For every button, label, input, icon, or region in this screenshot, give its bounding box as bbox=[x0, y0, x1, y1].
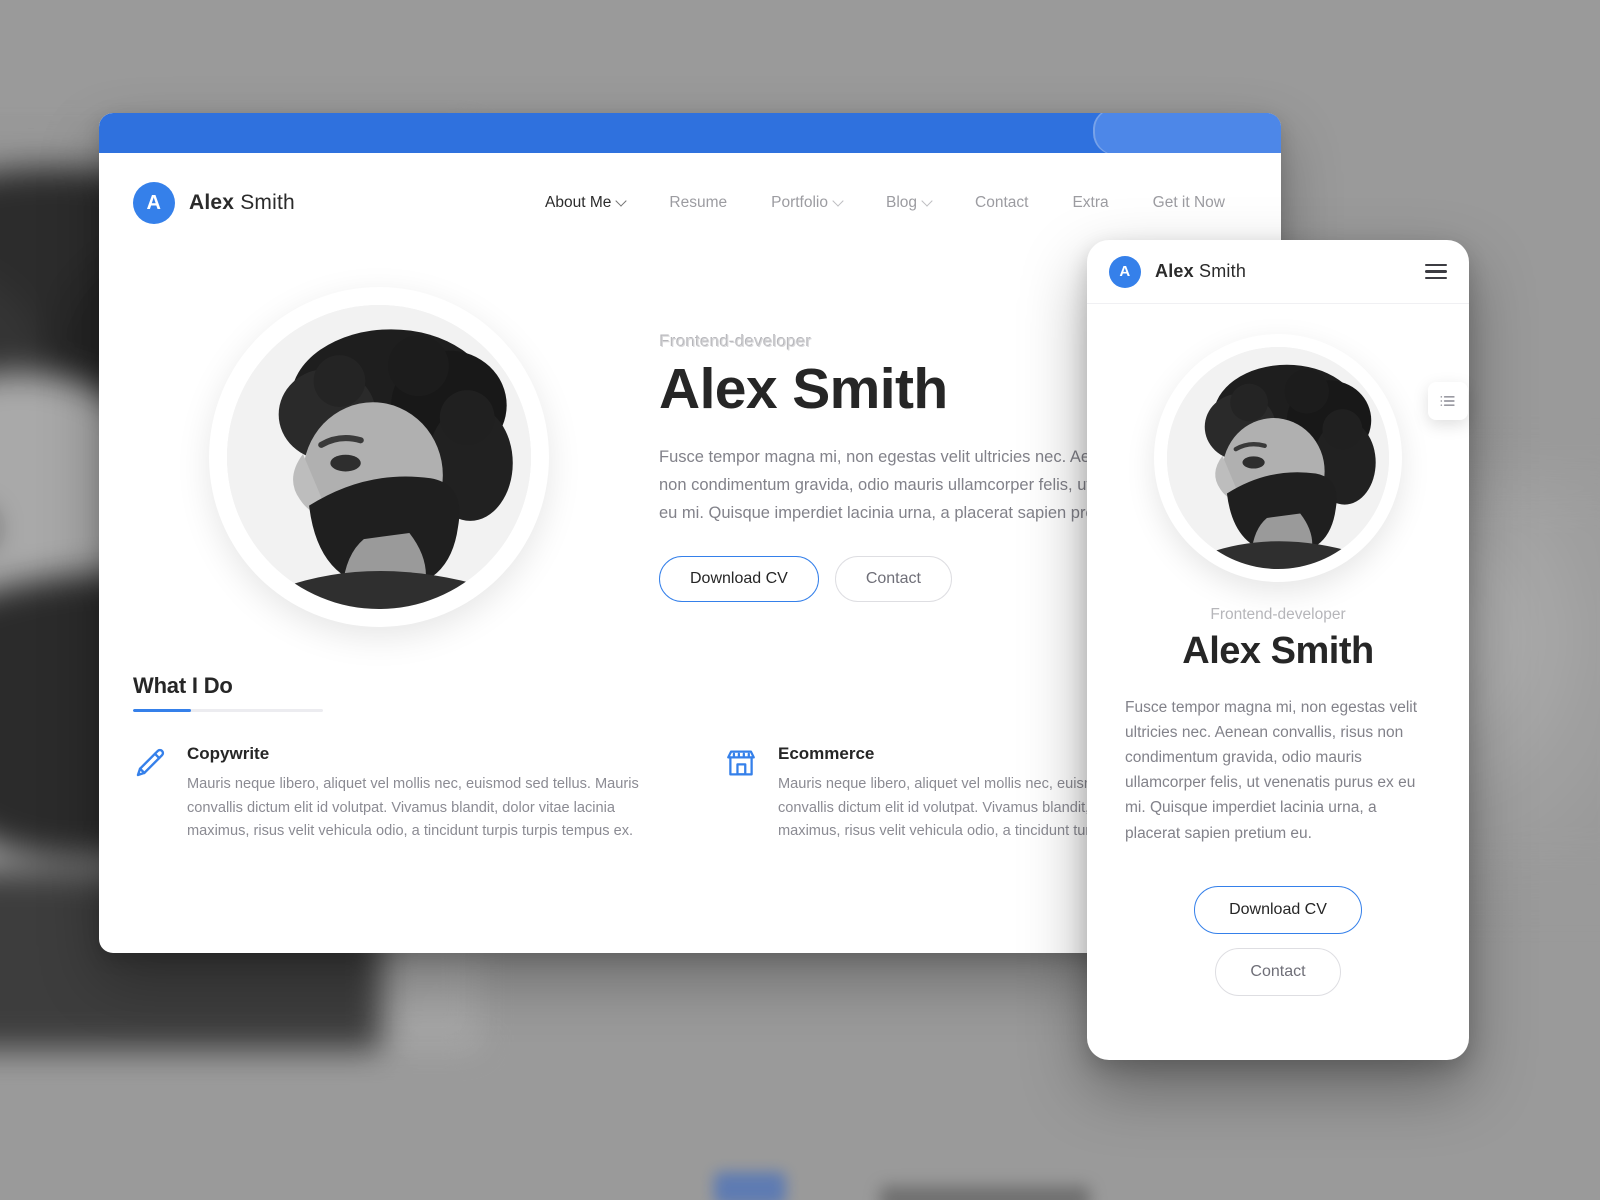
list-icon bbox=[1440, 396, 1455, 406]
desktop-logo[interactable]: A Alex Smith bbox=[133, 182, 295, 224]
storefront-icon bbox=[724, 744, 758, 844]
mobile-hero-paragraph: Fusce tempor magna mi, non egestas velit… bbox=[1125, 699, 1418, 842]
nav-label: Get it Now bbox=[1152, 194, 1225, 211]
services-list: Copywrite Mauris neque libero, aliquet v… bbox=[133, 744, 1247, 844]
mobile-avatar-ring bbox=[1154, 334, 1402, 582]
brand-last: Smith bbox=[240, 191, 295, 214]
logo-badge: A bbox=[133, 182, 175, 224]
section-underline bbox=[133, 709, 323, 712]
brand-last: Smith bbox=[1199, 261, 1247, 281]
background-bottom-dark-artifact bbox=[880, 1186, 1090, 1200]
background-bottom-blue-artifact bbox=[714, 1172, 786, 1200]
portrait-photo-desktop bbox=[227, 305, 531, 609]
hamburger-bar bbox=[1425, 263, 1447, 267]
mobile-preview-window: A Alex Smith Frontend-developer Alex Smi… bbox=[1087, 240, 1469, 1060]
browser-title-bar bbox=[99, 113, 1281, 153]
chevron-down-icon bbox=[615, 195, 628, 207]
avatar-ring bbox=[209, 287, 549, 627]
nav-item-about-me[interactable]: About Me bbox=[523, 194, 647, 212]
nav-item-contact[interactable]: Contact bbox=[953, 194, 1050, 212]
nav-label: Contact bbox=[975, 194, 1029, 211]
portrait-photo-mobile bbox=[1167, 347, 1389, 569]
pencil-icon bbox=[133, 744, 167, 844]
avatar bbox=[227, 305, 531, 609]
hero-photo-column bbox=[99, 287, 659, 627]
service-title: Copywrite bbox=[187, 744, 270, 763]
brand-name: Alex Smith bbox=[1155, 261, 1246, 282]
service-text: Copywrite Mauris neque libero, aliquet v… bbox=[187, 744, 656, 844]
desktop-menu: About Me Resume Portfolio Blog Contact E… bbox=[523, 194, 1247, 212]
nav-label: Extra bbox=[1072, 194, 1109, 211]
hamburger-icon[interactable] bbox=[1425, 263, 1447, 280]
hamburger-bar bbox=[1425, 270, 1447, 273]
hamburger-bar bbox=[1425, 276, 1447, 280]
nav-label: Resume bbox=[669, 194, 728, 211]
desktop-navbar: A Alex Smith About Me Resume Portfolio B… bbox=[99, 153, 1281, 253]
download-cv-button[interactable]: Download CV bbox=[659, 555, 819, 602]
brand-name: Alex Smith bbox=[189, 191, 295, 215]
chevron-down-icon bbox=[921, 195, 933, 207]
mobile-contact-button[interactable]: Contact bbox=[1215, 947, 1341, 996]
nav-item-get-it-now[interactable]: Get it Now bbox=[1131, 194, 1247, 212]
brand-first: Alex bbox=[1155, 261, 1194, 281]
hero-eyebrow-ghost: Frontend-developer bbox=[660, 332, 812, 351]
brand-first: Alex bbox=[189, 191, 235, 214]
section-title: What I Do bbox=[133, 673, 233, 698]
contact-button[interactable]: Contact bbox=[834, 555, 952, 602]
nav-item-portfolio[interactable]: Portfolio bbox=[749, 194, 864, 212]
list-widget-button[interactable] bbox=[1428, 382, 1468, 420]
chevron-down-icon bbox=[832, 195, 844, 207]
mobile-download-cv-button[interactable]: Download CV bbox=[1194, 885, 1362, 934]
mobile-hero-title: Alex Smith bbox=[1182, 630, 1374, 672]
nav-label: Portfolio bbox=[771, 194, 828, 211]
nav-label: Blog bbox=[886, 194, 918, 211]
service-body: Mauris neque libero, aliquet vel mollis … bbox=[187, 776, 639, 840]
logo-badge: A bbox=[1109, 255, 1141, 288]
mobile-logo[interactable]: A Alex Smith bbox=[1109, 255, 1246, 288]
mobile-hero-eyebrow: Frontend-developer bbox=[1210, 606, 1346, 623]
nav-label: About Me bbox=[545, 194, 612, 211]
mobile-avatar bbox=[1167, 347, 1389, 569]
mobile-hero-section: Frontend-developer Alex Smith Fusce temp… bbox=[1087, 304, 1469, 996]
mobile-button-row: Download CV Contact bbox=[1125, 885, 1431, 996]
nav-item-extra[interactable]: Extra bbox=[1050, 194, 1130, 212]
nav-item-blog[interactable]: Blog bbox=[864, 194, 953, 212]
mobile-navbar: A Alex Smith bbox=[1087, 240, 1469, 304]
service-card: Copywrite Mauris neque libero, aliquet v… bbox=[133, 744, 656, 844]
browser-active-tab[interactable] bbox=[1095, 113, 1281, 153]
nav-item-resume[interactable]: Resume bbox=[647, 194, 749, 212]
